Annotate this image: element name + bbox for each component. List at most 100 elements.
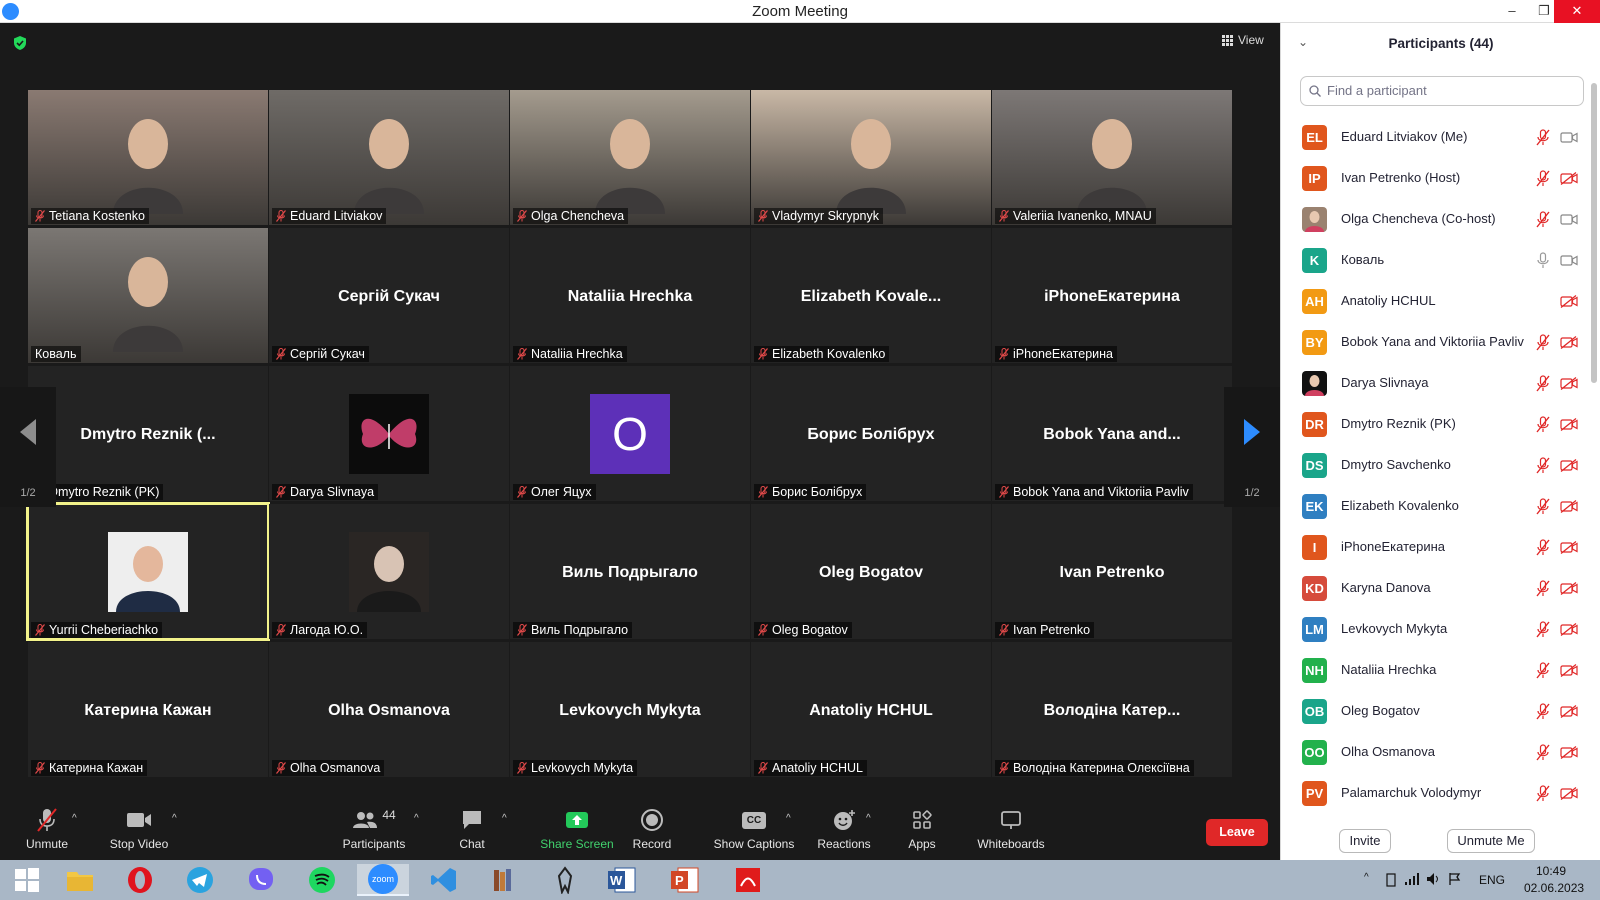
participant-tile-olha-osmanova[interactable]: Olha Osmanova Olha Osmanova <box>269 642 509 777</box>
invite-button[interactable]: Invite <box>1339 829 1391 853</box>
participant-tile-володіна-катерина-олексіївна[interactable]: Володіна Катер... Володіна Катерина Олекс… <box>992 642 1232 777</box>
participant-tile-yurrii-cheberiachko[interactable]: Yurrii Cheberiachko <box>26 502 270 641</box>
stop-video-button[interactable]: Stop Video <box>102 805 176 860</box>
apps-button[interactable]: Apps <box>902 805 942 860</box>
participant-row[interactable]: Darya Slivnaya <box>1281 363 1591 404</box>
participant-tile-eduard-litviakov[interactable]: Eduard Litviakov <box>269 90 509 225</box>
video-on-icon[interactable] <box>1560 254 1578 267</box>
reactions-button[interactable]: Reactions <box>814 805 874 860</box>
muted-mic-icon[interactable] <box>1536 703 1550 720</box>
chat-button[interactable]: Chat <box>452 805 492 860</box>
participant-row[interactable]: AH Anatoliy HCHUL <box>1281 281 1591 322</box>
participant-tile-iphoneекатерина[interactable]: iPhoneЕкатерина iPhoneЕкатерина <box>992 228 1232 363</box>
participant-tile-олег-яцух[interactable]: О Олег Яцух <box>510 366 750 501</box>
participant-row[interactable]: IP Ivan Petrenko (Host) <box>1281 158 1591 199</box>
participant-row[interactable]: Olga Chencheva (Co-host) <box>1281 199 1591 240</box>
muted-mic-icon[interactable] <box>1536 539 1550 556</box>
previous-page-button[interactable]: 1/2 <box>0 387 56 507</box>
clock-time[interactable]: 10:49 <box>1536 864 1566 878</box>
taskbar-vscode-button[interactable] <box>424 864 464 896</box>
taskbar-telegram-button[interactable] <box>180 864 220 896</box>
encryption-shield-icon[interactable] <box>12 35 28 51</box>
captions-options-caret[interactable]: ^ <box>786 813 791 824</box>
muted-mic-icon[interactable] <box>1536 621 1550 638</box>
video-off-icon[interactable] <box>1560 499 1578 514</box>
video-off-icon[interactable] <box>1560 376 1578 391</box>
taskbar-opera-button[interactable] <box>120 864 160 896</box>
muted-mic-icon[interactable] <box>1536 662 1550 679</box>
participant-list-scrollbar[interactable] <box>1591 83 1597 383</box>
video-off-icon[interactable] <box>1560 704 1578 719</box>
taskbar-powerpoint-button[interactable]: P <box>665 864 705 896</box>
participant-tile-darya-slivnaya[interactable]: Darya Slivnaya <box>269 366 509 501</box>
participant-tile-dmytro-reznik-pk[interactable]: Dmytro Reznik (... Dmytro Reznik (PK) <box>28 366 268 501</box>
participant-tile-elizabeth-kovalenko[interactable]: Elizabeth Kovale... Elizabeth Kovalenko <box>751 228 991 363</box>
video-off-icon[interactable] <box>1560 171 1578 186</box>
participant-tile-tetiana-kostenko[interactable]: Tetiana Kostenko <box>28 90 268 225</box>
video-off-icon[interactable] <box>1560 663 1578 678</box>
leave-button[interactable]: Leave <box>1206 819 1268 846</box>
participant-tile-лагода-ю-о[interactable]: Лагода Ю.О. <box>269 504 509 639</box>
video-on-icon[interactable] <box>1560 213 1578 226</box>
video-off-icon[interactable] <box>1560 581 1578 596</box>
participants-button[interactable]: 44 Participants <box>338 805 410 860</box>
taskbar-word-button[interactable]: W <box>602 864 642 896</box>
show-captions-button[interactable]: CC Show Captions <box>712 805 796 860</box>
participant-tile-bobok-yana-and-viktoriia-pavliv[interactable]: Bobok Yana and... Bobok Yana and Viktorii… <box>992 366 1232 501</box>
participant-row[interactable]: DR Dmytro Reznik (PK) <box>1281 404 1591 445</box>
participant-tile-виль-подрыгало[interactable]: Виль Подрыгало Виль Подрыгало <box>510 504 750 639</box>
mic-icon[interactable] <box>1536 252 1550 269</box>
participant-tile-коваль[interactable]: Коваль <box>28 228 268 363</box>
participant-row[interactable]: LM Levkovych Mykyta <box>1281 609 1591 650</box>
participant-tile-oleg-bogatov[interactable]: Oleg Bogatov Oleg Bogatov <box>751 504 991 639</box>
share-screen-button[interactable]: Share Screen <box>540 805 614 860</box>
participant-tile-сергій-сукач[interactable]: Сергій Сукач Сергій Сукач <box>269 228 509 363</box>
volume-icon[interactable] <box>1426 872 1442 886</box>
participant-row[interactable]: K Коваль <box>1281 240 1591 281</box>
participant-row[interactable]: OO Olha Osmanova <box>1281 732 1591 773</box>
participant-row[interactable]: OB Oleg Bogatov <box>1281 691 1591 732</box>
whiteboards-button[interactable]: Whiteboards <box>974 805 1048 860</box>
muted-mic-icon[interactable] <box>1536 375 1550 392</box>
muted-mic-icon[interactable] <box>1536 744 1550 761</box>
unmute-button[interactable]: Unmute <box>22 805 72 860</box>
unmute-me-button[interactable]: Unmute Me <box>1447 829 1535 853</box>
muted-mic-icon[interactable] <box>1536 457 1550 474</box>
muted-mic-icon[interactable] <box>1536 170 1550 187</box>
participant-row[interactable]: KD Karyna Danova <box>1281 568 1591 609</box>
video-off-icon[interactable] <box>1560 294 1578 309</box>
video-off-icon[interactable] <box>1560 540 1578 555</box>
reactions-options-caret[interactable]: ^ <box>866 813 871 824</box>
participant-tile-levkovych-mykyta[interactable]: Levkovych Mykyta Levkovych Mykyta <box>510 642 750 777</box>
taskbar-viber-button[interactable] <box>241 864 281 896</box>
muted-mic-icon[interactable] <box>1536 498 1550 515</box>
muted-mic-icon[interactable] <box>1536 211 1550 228</box>
language-indicator[interactable]: ENG <box>1479 873 1505 887</box>
video-on-icon[interactable] <box>1560 131 1578 144</box>
participant-tile-vladymyr-skrypnyk[interactable]: Vladymyr Skrypnyk <box>751 90 991 225</box>
muted-mic-icon[interactable] <box>1536 334 1550 351</box>
video-off-icon[interactable] <box>1560 622 1578 637</box>
participant-tile-катерина-кажан[interactable]: Катерина Кажан Катерина Кажан <box>28 642 268 777</box>
close-button[interactable]: ✕ <box>1554 0 1600 23</box>
video-off-icon[interactable] <box>1560 417 1578 432</box>
video-off-icon[interactable] <box>1560 335 1578 350</box>
show-hidden-icons-caret[interactable]: ^ <box>1364 872 1369 883</box>
muted-mic-icon[interactable] <box>1536 785 1550 802</box>
muted-mic-icon[interactable] <box>1536 580 1550 597</box>
next-page-button[interactable]: 1/2 <box>1224 387 1280 507</box>
find-participant-input[interactable]: Find a participant <box>1300 76 1584 106</box>
participant-tile-olga-chencheva[interactable]: Olga Chencheva <box>510 90 750 225</box>
network-signal-icon[interactable] <box>1404 872 1420 886</box>
taskbar-zoom-button[interactable]: zoom <box>357 864 409 896</box>
audio-options-caret[interactable]: ^ <box>72 813 77 824</box>
view-button[interactable]: View <box>1222 33 1264 47</box>
participant-tile-anatoliy-hchul[interactable]: Anatoliy HCHUL Anatoliy HCHUL <box>751 642 991 777</box>
participant-row[interactable]: EK Elizabeth Kovalenko <box>1281 486 1591 527</box>
participant-row[interactable]: DS Dmytro Savchenko <box>1281 445 1591 486</box>
taskbar-spotify-button[interactable] <box>302 864 342 896</box>
taskbar-file-explorer-button[interactable] <box>60 864 100 896</box>
participant-tile-nataliia-hrechka[interactable]: Nataliia Hrechka Nataliia Hrechka <box>510 228 750 363</box>
video-options-caret[interactable]: ^ <box>172 813 177 824</box>
participant-tile-борис-болібрух[interactable]: Борис Болібрух Борис Болібрух <box>751 366 991 501</box>
